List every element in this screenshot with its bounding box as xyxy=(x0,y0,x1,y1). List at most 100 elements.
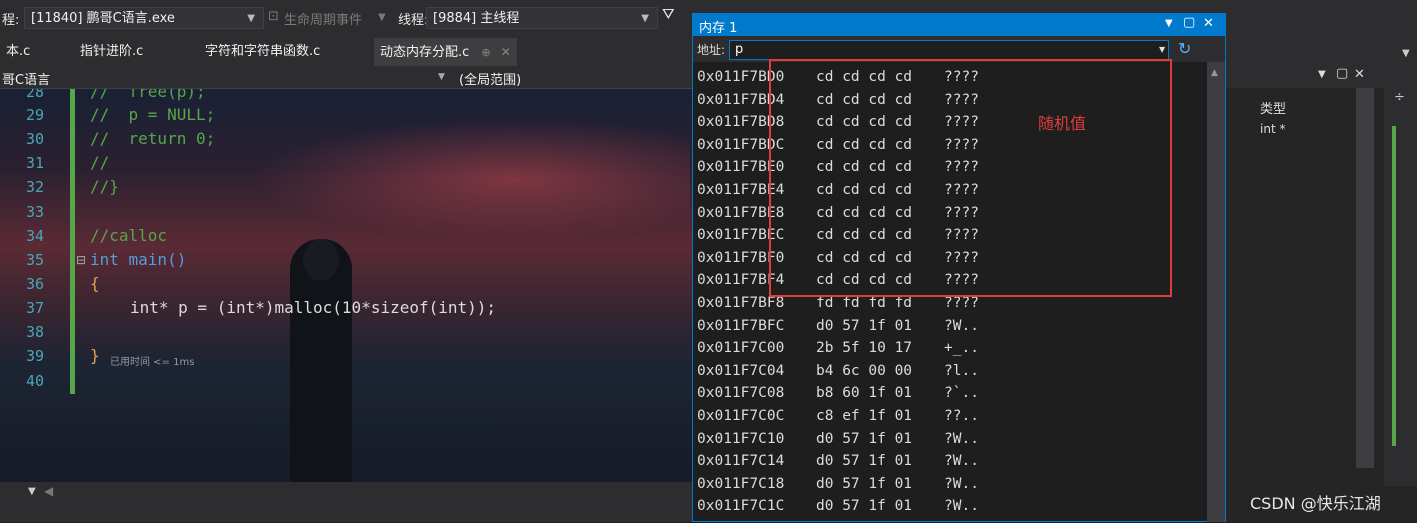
memory-window-titlebar[interactable]: 内存 1 ▼ ▢ ✕ xyxy=(693,14,1225,36)
type-value: int * xyxy=(1260,122,1286,136)
memory-chars: ?`.. xyxy=(944,385,979,402)
memory-address: 0x011F7C14 xyxy=(697,453,785,470)
code-line: // free(p); xyxy=(90,89,206,101)
maximize-icon[interactable]: ▢ xyxy=(1183,15,1195,30)
project-dropdown[interactable]: 哥C语言 xyxy=(2,69,50,88)
line-number: 30 xyxy=(25,130,44,148)
chevron-down-icon: ▼ xyxy=(247,13,255,24)
tab-dynamic-memory[interactable]: 动态内存分配.c ⊕ ✕ xyxy=(374,38,517,66)
line-number: 36 xyxy=(25,275,44,293)
memory-chars: ??.. xyxy=(944,407,979,424)
pin-icon[interactable]: ⊕ xyxy=(481,46,490,59)
memory-row[interactable]: 0x011F7C10 d0 57 1f 01 ?W.. xyxy=(693,428,1207,451)
memory-hex: d0 57 1f 01 xyxy=(816,430,913,447)
line-number: 31 xyxy=(25,154,44,172)
memory-chars: ?W.. xyxy=(944,498,979,515)
tab-file-1[interactable]: 本.c xyxy=(0,38,36,66)
code-line: //} xyxy=(90,177,119,196)
scroll-left-icon[interactable]: ◀ xyxy=(44,484,53,498)
thread-label: 线程: xyxy=(398,13,429,28)
memory-chars: ?W.. xyxy=(944,317,979,334)
memory-hex: d0 57 1f 01 xyxy=(816,475,913,492)
memory-hex: d0 57 1f 01 xyxy=(816,453,913,470)
memory-address: 0x011F7C1C xyxy=(697,498,785,515)
code-line: { xyxy=(90,274,100,293)
split-icon[interactable]: ÷ xyxy=(1394,90,1405,105)
tab-label: 指针进阶.c xyxy=(80,44,144,59)
memory-scrollbar[interactable]: ▲ xyxy=(1207,62,1225,522)
process-label: 程: xyxy=(2,13,20,28)
address-input[interactable]: p xyxy=(729,40,1169,60)
memory-hex: c8 ef 1f 01 xyxy=(816,407,913,424)
code-line: // p = NULL; xyxy=(90,105,216,124)
memory-row[interactable]: 0x011F7C0C c8 ef 1f 01??.. xyxy=(693,405,1207,428)
tab-label: 字符和字符串函数.c xyxy=(205,44,321,59)
tab-pointer-advanced[interactable]: 指针进阶.c xyxy=(74,38,149,66)
memory-row[interactable]: 0x011F7C00 2b 5f 10 17 +_.. xyxy=(693,337,1207,360)
line-number: 38 xyxy=(25,323,44,341)
collapse-icon[interactable]: ⊟ xyxy=(76,253,86,267)
line-number: 32 xyxy=(25,178,44,196)
window-menu-icon[interactable]: ▼ xyxy=(1318,69,1326,80)
thread-dropdown[interactable]: [9884] 主线程 ▼ xyxy=(426,7,658,29)
watch-panel: ▼ ▢ ✕ 类型 int * ÷ CSDN @快乐江湖 xyxy=(1226,66,1417,522)
background-figure-head xyxy=(303,239,339,281)
scope-dropdown[interactable]: (全局范围) xyxy=(459,69,521,88)
close-icon[interactable]: ✕ xyxy=(1203,16,1214,31)
memory-row[interactable]: 0x011F7BFC d0 57 1f 01 ?W.. xyxy=(693,315,1207,338)
chevron-down-icon[interactable]: ▼ xyxy=(1159,45,1165,54)
close-icon[interactable]: ✕ xyxy=(501,45,511,59)
line-number: 37 xyxy=(25,299,44,317)
memory-chars: ?W.. xyxy=(944,430,979,447)
change-tracking-bar xyxy=(70,89,75,394)
code-line: //calloc xyxy=(90,226,168,245)
close-icon[interactable]: ✕ xyxy=(1354,67,1365,82)
process-value: [11840] 鹏哥C语言.exe xyxy=(31,11,175,26)
process-dropdown[interactable]: [11840] 鹏哥C语言.exe ▼ xyxy=(24,7,264,29)
memory-address: 0x011F7C18 xyxy=(697,475,785,492)
elapsed-time-hint: 已用时间 <= 1ms xyxy=(110,357,195,368)
line-number: 40 xyxy=(25,372,44,390)
memory-address: 0x011F7C08 xyxy=(697,385,785,402)
watch-titlebar[interactable]: ▼ ▢ ✕ xyxy=(1226,66,1401,88)
memory-address: 0x011F7BFC xyxy=(697,317,785,334)
memory-hex: d0 57 1f 01 xyxy=(816,498,913,515)
memory-row[interactable]: 0x011F7C14 d0 57 1f 01 ?W.. xyxy=(693,450,1207,473)
type-column-header: 类型 xyxy=(1260,102,1287,117)
lifecycle-events-button[interactable]: 生命周期事件 xyxy=(284,9,362,28)
highlight-box xyxy=(769,59,1172,297)
filter-icon[interactable]: ⛛ xyxy=(662,5,675,23)
memory-chars: +_.. xyxy=(944,340,979,357)
memory-chars: ?W.. xyxy=(944,475,979,492)
chevron-down-icon[interactable]: ▼ xyxy=(438,72,445,82)
code-line: // return 0; xyxy=(90,129,216,148)
vertical-toolbar: ÷ xyxy=(1384,66,1417,486)
memory-row[interactable]: 0x011F7C08 b8 60 1f 01 ?`.. xyxy=(693,382,1207,405)
memory-row[interactable]: 0x011F7C18 d0 57 1f 01 ?W.. xyxy=(693,473,1207,496)
memory-window-title: 内存 1 xyxy=(699,21,738,36)
tab-string-functions[interactable]: 字符和字符串函数.c xyxy=(199,38,326,66)
watch-scrollbar[interactable] xyxy=(1356,88,1374,468)
maximize-icon[interactable]: ▢ xyxy=(1336,66,1348,81)
chevron-down-icon[interactable]: ▼ xyxy=(1402,48,1410,59)
background-glow xyxy=(250,119,690,239)
document-tabs: 本.c 指针进阶.c 字符和字符串函数.c 动态内存分配.c ⊕ ✕ xyxy=(0,38,700,66)
memory-chars: ?W.. xyxy=(944,453,979,470)
window-menu-icon[interactable]: ▼ xyxy=(1165,18,1173,29)
line-number: 33 xyxy=(25,203,44,221)
refresh-icon[interactable]: ↻ xyxy=(1178,39,1191,58)
line-number: 39 xyxy=(25,347,44,365)
watermark: CSDN @快乐江湖 xyxy=(1250,494,1381,513)
line-number: 29 xyxy=(25,106,44,124)
code-line: // xyxy=(90,153,110,172)
annotation-random-value: 随机值 xyxy=(1038,114,1087,133)
memory-row[interactable]: 0x011F7C1C d0 57 1f 01 ?W.. xyxy=(693,495,1207,518)
code-editor[interactable]: 28 29 30 31 32 33 34 35 36 37 38 39 40 /… xyxy=(0,89,692,482)
scroll-up-icon[interactable]: ▲ xyxy=(1211,68,1218,78)
zoom-dropdown-icon[interactable]: ▼ xyxy=(28,486,36,497)
memory-address: 0x011F7C04 xyxy=(697,362,785,379)
address-label: 地址: xyxy=(697,43,726,57)
memory-row[interactable]: 0x011F7C04 b4 6c 00 00 ?l.. xyxy=(693,360,1207,383)
memory-address: 0x011F7C10 xyxy=(697,430,785,447)
chevron-down-icon: ▼ xyxy=(378,12,386,23)
